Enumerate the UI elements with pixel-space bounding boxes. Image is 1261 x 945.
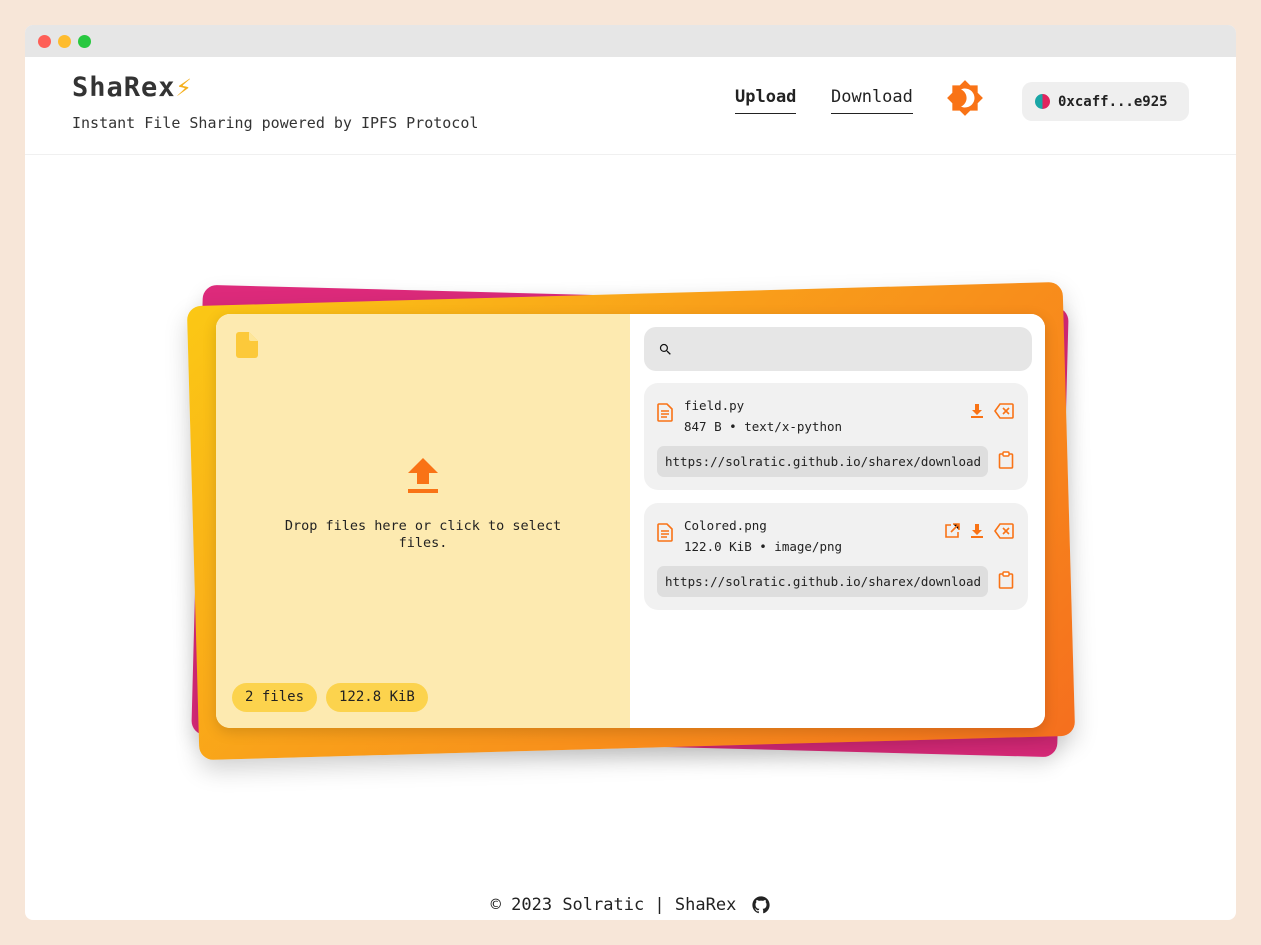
open-external-icon[interactable] <box>944 523 960 539</box>
share-link-field[interactable]: https://solratic.github.io/sharex/downlo… <box>657 446 988 477</box>
search-icon <box>659 343 671 355</box>
delete-icon[interactable] <box>994 403 1014 419</box>
total-size-badge: 122.8 KiB <box>326 683 428 712</box>
window-titlebar <box>25 25 1236 57</box>
page-footer: © 2023 Solratic | ShaRex <box>25 895 1236 915</box>
file-meta: 122.0 KiB • image/png <box>684 539 843 554</box>
share-link-field[interactable]: https://solratic.github.io/sharex/downlo… <box>657 566 988 597</box>
github-icon[interactable] <box>752 896 770 914</box>
file-name: Colored.png <box>684 518 767 533</box>
file-dropzone[interactable]: Drop files here or click to select files… <box>216 314 630 728</box>
upload-card: Drop files here or click to select files… <box>216 314 1045 728</box>
file-list-panel: field.py 847 B • text/x-python https://s… <box>630 314 1045 728</box>
download-icon[interactable] <box>969 523 985 539</box>
file-actions <box>969 403 1014 419</box>
nav-download-link[interactable]: Download <box>831 87 913 114</box>
file-name: field.py <box>684 398 745 413</box>
file-item: Colored.png 122.0 KiB • image/png https:… <box>644 503 1028 610</box>
theme-toggle-button[interactable] <box>946 79 984 117</box>
download-icon[interactable] <box>969 403 985 419</box>
file-item: field.py 847 B • text/x-python https://s… <box>644 383 1028 490</box>
brand-logo[interactable]: ShaRex⚡ <box>72 72 193 103</box>
file-meta: 847 B • text/x-python <box>684 419 843 434</box>
upload-icon <box>406 458 440 498</box>
search-input[interactable] <box>681 341 1011 357</box>
clipboard-icon[interactable] <box>998 451 1014 469</box>
file-icon <box>236 332 258 362</box>
wallet-address: 0xcaff...e925 <box>1058 93 1168 110</box>
nav-upload-link[interactable]: Upload <box>735 87 797 114</box>
text-file-icon <box>657 523 674 546</box>
delete-icon[interactable] <box>994 523 1014 539</box>
file-actions <box>944 523 1014 539</box>
clipboard-icon[interactable] <box>998 571 1014 589</box>
text-file-icon <box>657 403 674 426</box>
brightness-icon <box>947 80 983 116</box>
wallet-button[interactable]: 0xcaff...e925 <box>1022 82 1189 121</box>
maximize-window-button[interactable] <box>78 35 91 48</box>
tagline: Instant File Sharing powered by IPFS Pro… <box>72 114 479 132</box>
minimize-window-button[interactable] <box>58 35 71 48</box>
brand-name: ShaRex <box>72 72 176 103</box>
file-count-badge: 2 files <box>232 683 318 712</box>
lightning-icon: ⚡ <box>175 72 193 103</box>
search-bar[interactable] <box>644 327 1032 371</box>
close-window-button[interactable] <box>38 35 51 48</box>
wallet-avatar <box>1035 94 1050 109</box>
app-header: ShaRex⚡ Instant File Sharing powered by … <box>25 57 1236 155</box>
dropzone-instructions: Drop files here or click to select files… <box>284 518 562 551</box>
footer-text: © 2023 Solratic | ShaRex <box>490 895 737 915</box>
